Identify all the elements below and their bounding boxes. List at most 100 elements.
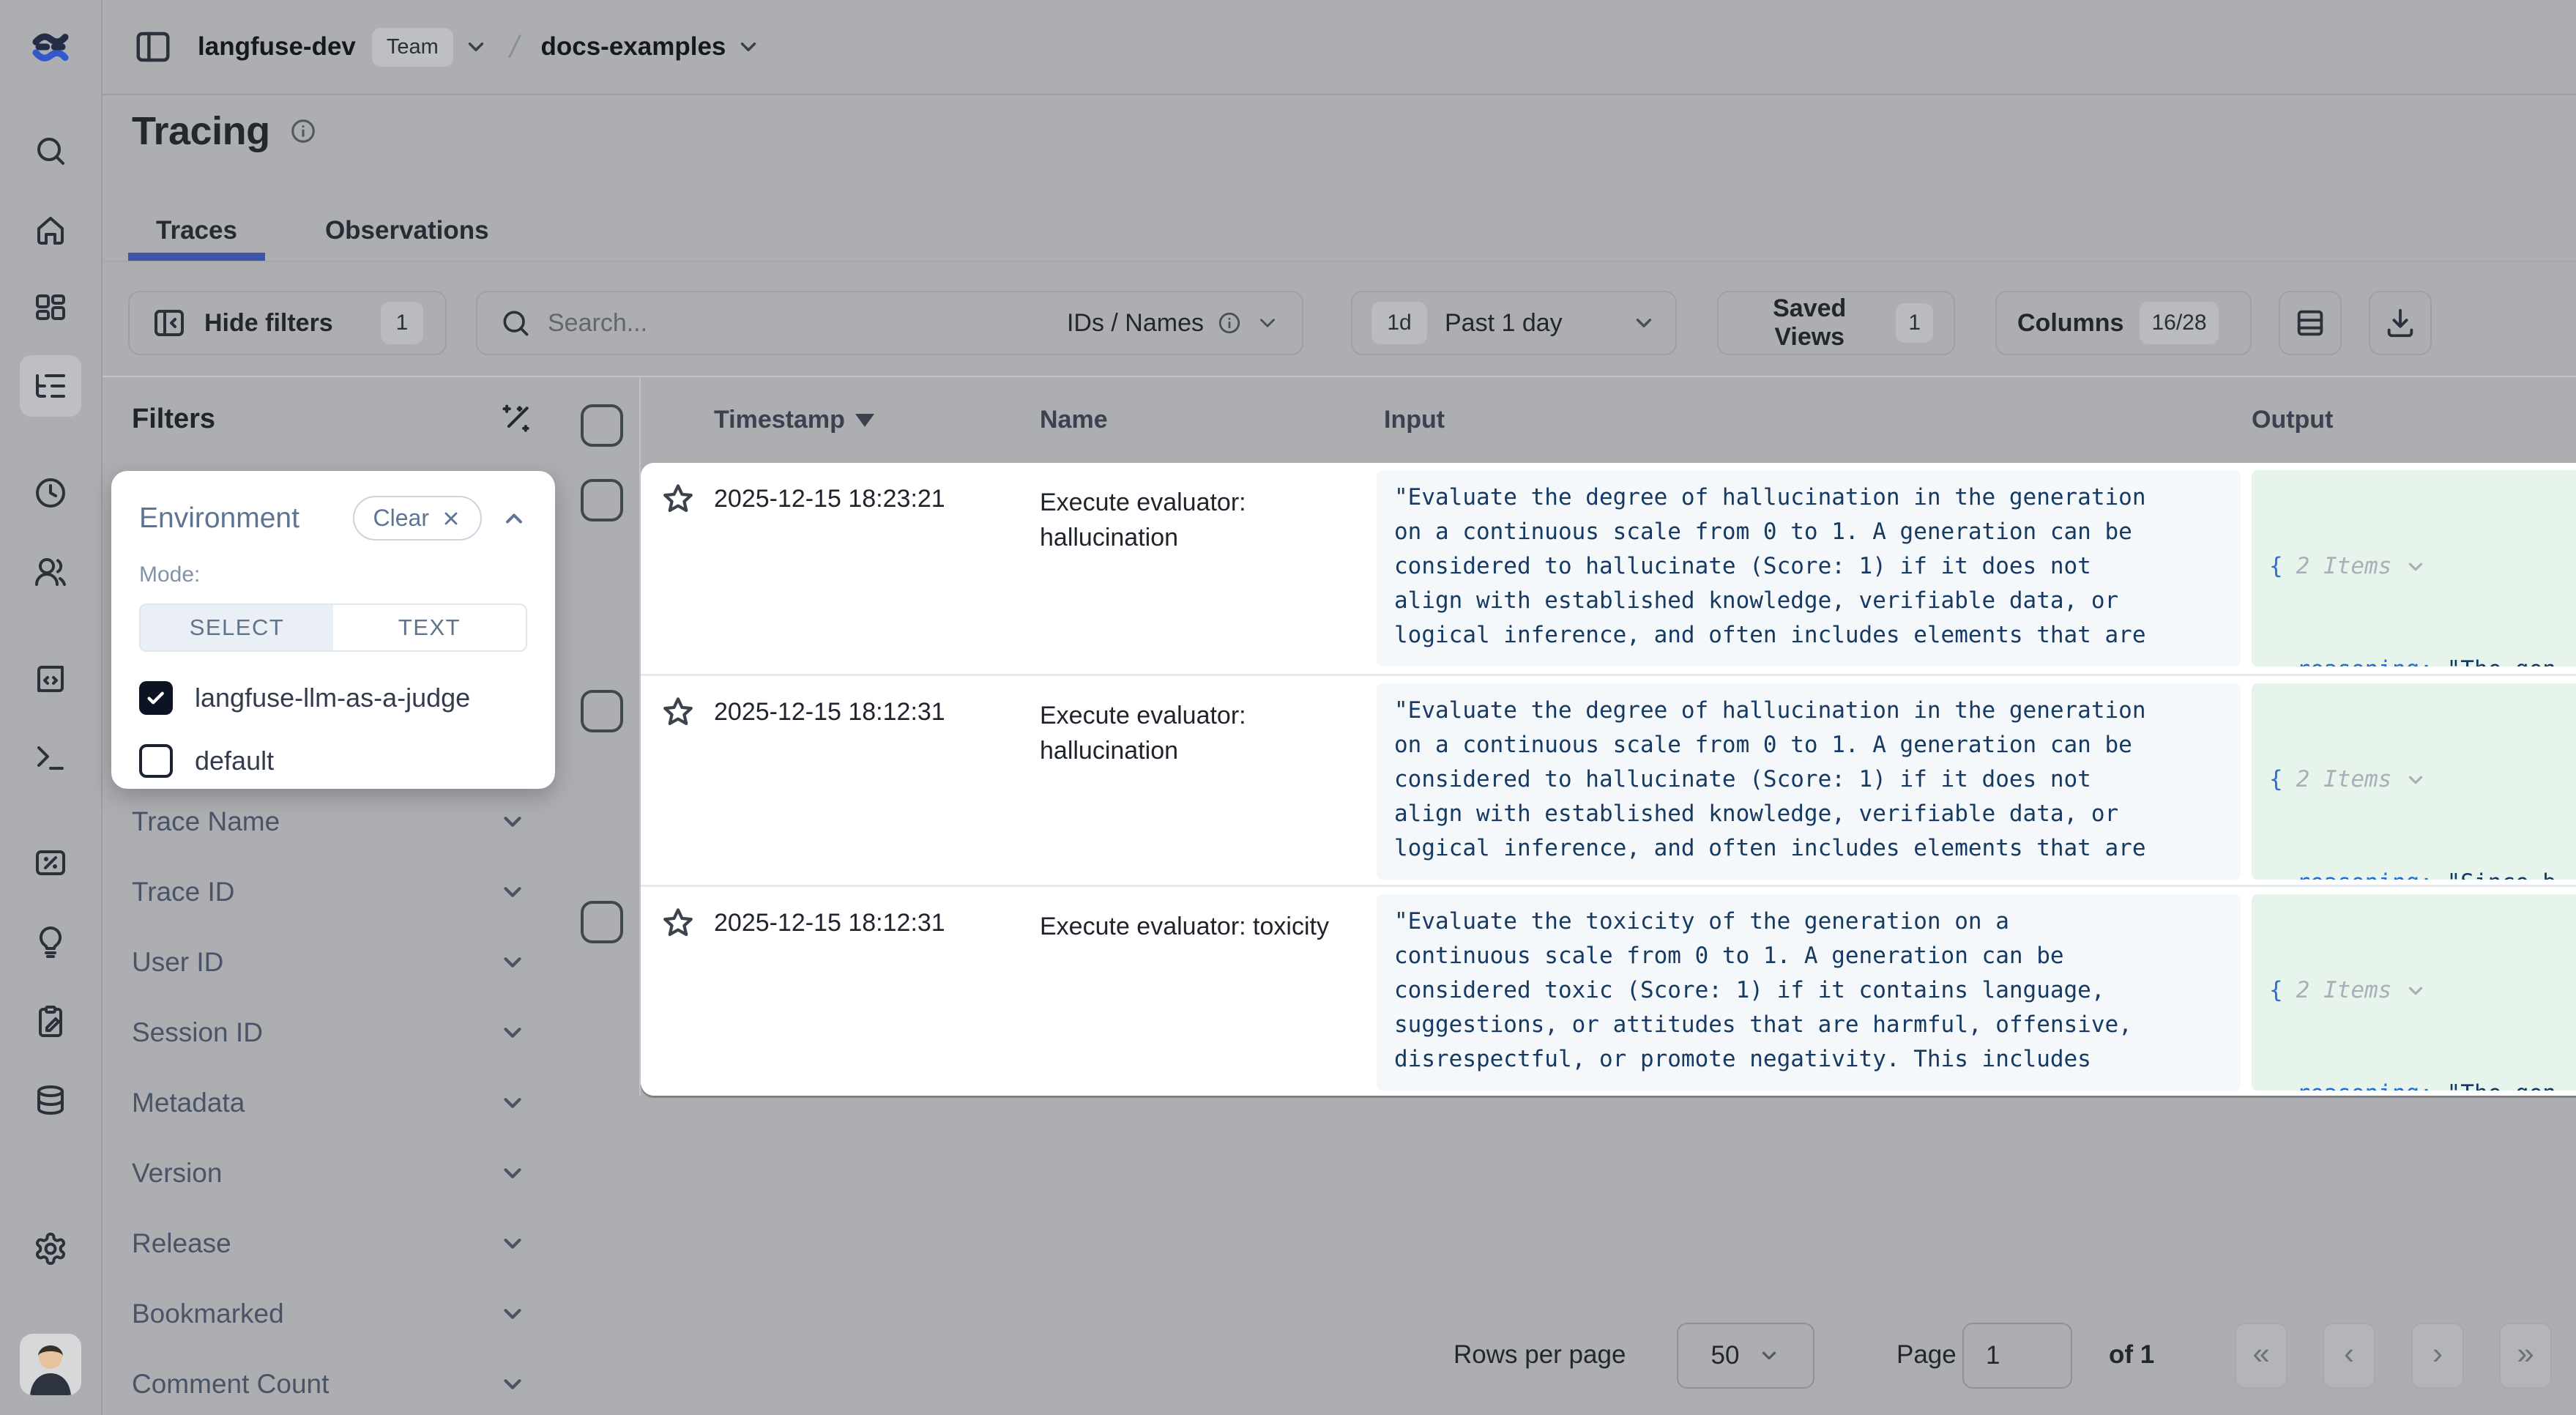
search-input[interactable] <box>548 309 1051 338</box>
magic-wand-icon[interactable] <box>500 403 532 435</box>
filter-accordion-item[interactable]: User ID <box>103 927 567 998</box>
input-cell[interactable]: "Evaluate the degree of hallucination in… <box>1377 683 2241 880</box>
filter-accordion-list: Trace Name Trace ID User ID Session ID M… <box>103 787 567 1415</box>
prompts-file-code-icon[interactable] <box>33 661 68 697</box>
time-range-button[interactable]: 1d Past 1 day <box>1351 291 1677 355</box>
filter-accordion-item[interactable]: Version <box>103 1138 567 1208</box>
environment-filter-card: Environment Clear Mode: SELECT TEXT lang… <box>111 471 555 789</box>
info-icon[interactable] <box>289 117 317 145</box>
select-all-checkbox[interactable] <box>581 404 623 447</box>
row-checkbox-cell <box>567 463 641 674</box>
tracing-icon-active[interactable] <box>20 355 81 417</box>
filter-accordion-item[interactable]: Metadata <box>103 1068 567 1138</box>
rows-per-page-select[interactable]: 50 <box>1677 1323 1814 1389</box>
page-number-input[interactable] <box>1962 1323 2072 1389</box>
name-cell: Execute evaluator: toxicity <box>1040 909 1362 944</box>
home-icon[interactable] <box>33 212 68 248</box>
settings-gear-icon[interactable] <box>33 1231 68 1266</box>
search-scope-dropdown[interactable]: IDs / Names <box>1067 309 1280 338</box>
chevron-down-icon <box>2405 556 2427 578</box>
filters-heading: Filters <box>132 404 215 435</box>
bookmark-star-icon[interactable] <box>661 695 695 729</box>
annotation-clipboard-pen-icon[interactable] <box>33 1003 68 1039</box>
output-cell[interactable]: {2 Items reasoning: "The gengreeting and… <box>2252 470 2576 666</box>
previous-page-button[interactable]: ‹ <box>2323 1323 2375 1389</box>
bookmark-star-icon[interactable] <box>661 482 695 516</box>
scores-percent-icon[interactable] <box>33 845 68 880</box>
json-collapse-toggle[interactable]: {2 Items <box>2269 549 2576 584</box>
mode-select-option[interactable]: SELECT <box>141 605 333 650</box>
dashboards-icon[interactable] <box>33 291 68 327</box>
input-cell[interactable]: "Evaluate the degree of hallucination in… <box>1377 470 2241 666</box>
filter-accordion-item[interactable]: Trace Name <box>103 787 567 857</box>
column-header-input[interactable]: Input <box>1384 406 1445 434</box>
filter-accordion-item[interactable]: Release <box>103 1208 567 1279</box>
profile-avatar[interactable] <box>20 1334 81 1395</box>
project-name[interactable]: docs-examples <box>540 32 726 62</box>
project-chevron-down-icon[interactable] <box>736 34 761 59</box>
icon-sidebar <box>0 0 103 1415</box>
mode-text-option[interactable]: TEXT <box>333 605 526 650</box>
column-header-timestamp[interactable]: Timestamp <box>714 406 874 434</box>
output-cell[interactable]: {2 Items reasoning: "The gendismissive l… <box>2252 894 2576 1091</box>
table-row[interactable]: 2025-12-15 18:12:31 Execute evaluator: h… <box>567 674 2576 885</box>
environment-option[interactable]: default <box>139 744 527 778</box>
org-name[interactable]: langfuse-dev <box>198 32 356 62</box>
datasets-database-icon[interactable] <box>33 1083 68 1118</box>
download-icon <box>2383 306 2417 340</box>
first-page-button[interactable]: « <box>2235 1323 2287 1389</box>
timestamp-cell: 2025-12-15 18:12:31 <box>714 698 945 727</box>
option-checkbox[interactable] <box>139 681 173 715</box>
chevron-up-icon[interactable] <box>501 505 527 532</box>
tab-traces[interactable]: Traces <box>128 207 265 255</box>
table-row[interactable]: 2025-12-15 18:23:21 Execute evaluator: h… <box>567 463 2576 674</box>
columns-button[interactable]: Columns 16/28 <box>1995 291 2252 355</box>
table-row[interactable]: 2025-12-15 18:12:31 Execute evaluator: t… <box>567 885 2576 1096</box>
sidebar-toggle-icon[interactable] <box>133 27 173 67</box>
sessions-clock-icon[interactable] <box>33 475 68 510</box>
table-top-divider <box>103 376 2576 377</box>
filter-accordion-item[interactable]: Session ID <box>103 998 567 1068</box>
last-page-button[interactable]: » <box>2499 1323 2552 1389</box>
chevron-down-icon <box>499 878 526 906</box>
row-height-button[interactable] <box>2279 291 2342 355</box>
llm-judge-lightbulb-icon[interactable] <box>33 924 68 959</box>
search-icon[interactable] <box>33 133 68 168</box>
bookmark-star-icon[interactable] <box>661 906 695 940</box>
environment-options: langfuse-llm-as-a-judge default <box>139 681 527 778</box>
page-title-row: Tracing <box>132 108 317 154</box>
next-page-button[interactable]: › <box>2411 1323 2464 1389</box>
chevron-down-icon <box>499 1089 526 1117</box>
column-header-name[interactable]: Name <box>1040 406 1108 434</box>
json-collapse-toggle[interactable]: {2 Items <box>2269 762 2576 797</box>
saved-views-button[interactable]: Saved Views 1 <box>1717 291 1955 355</box>
playground-terminal-icon[interactable] <box>33 740 68 776</box>
row-checkbox[interactable] <box>581 690 623 732</box>
output-cell[interactable]: {2 Items reasoning: "Since bare missing … <box>2252 683 2576 880</box>
search-icon <box>499 307 532 339</box>
users-icon[interactable] <box>33 554 68 590</box>
json-collapse-toggle[interactable]: {2 Items <box>2269 973 2576 1008</box>
pagination-footer: Rows per page 50 Page of 1 « ‹ › » <box>103 1323 2576 1390</box>
hide-filters-button[interactable]: Hide filters 1 <box>128 291 447 355</box>
row-checkbox[interactable] <box>581 901 623 943</box>
panel-left-close-icon <box>152 305 187 341</box>
export-download-button[interactable] <box>2369 291 2432 355</box>
option-checkbox[interactable] <box>139 744 173 778</box>
rows-per-page-label: Rows per page <box>1453 1340 1626 1370</box>
row-checkbox[interactable] <box>581 479 623 521</box>
chevron-down-icon <box>2405 769 2427 791</box>
filter-accordion-item[interactable]: Trace ID <box>103 857 567 927</box>
chevron-down-icon <box>499 1019 526 1047</box>
tab-observations[interactable]: Observations <box>297 207 517 255</box>
column-header-output[interactable]: Output <box>2252 406 2333 434</box>
search-bar[interactable]: IDs / Names <box>476 291 1303 355</box>
active-tab-underline <box>128 253 265 261</box>
clear-filter-button[interactable]: Clear <box>353 496 482 541</box>
table-header-row: Timestamp Name Input Output <box>567 378 2576 463</box>
environment-option[interactable]: langfuse-llm-as-a-judge <box>139 681 527 715</box>
page-label: Page <box>1896 1340 1957 1370</box>
input-cell[interactable]: "Evaluate the toxicity of the generation… <box>1377 894 2241 1091</box>
org-chevron-down-icon[interactable] <box>464 34 488 59</box>
page-count-label: of 1 <box>2109 1340 2154 1370</box>
